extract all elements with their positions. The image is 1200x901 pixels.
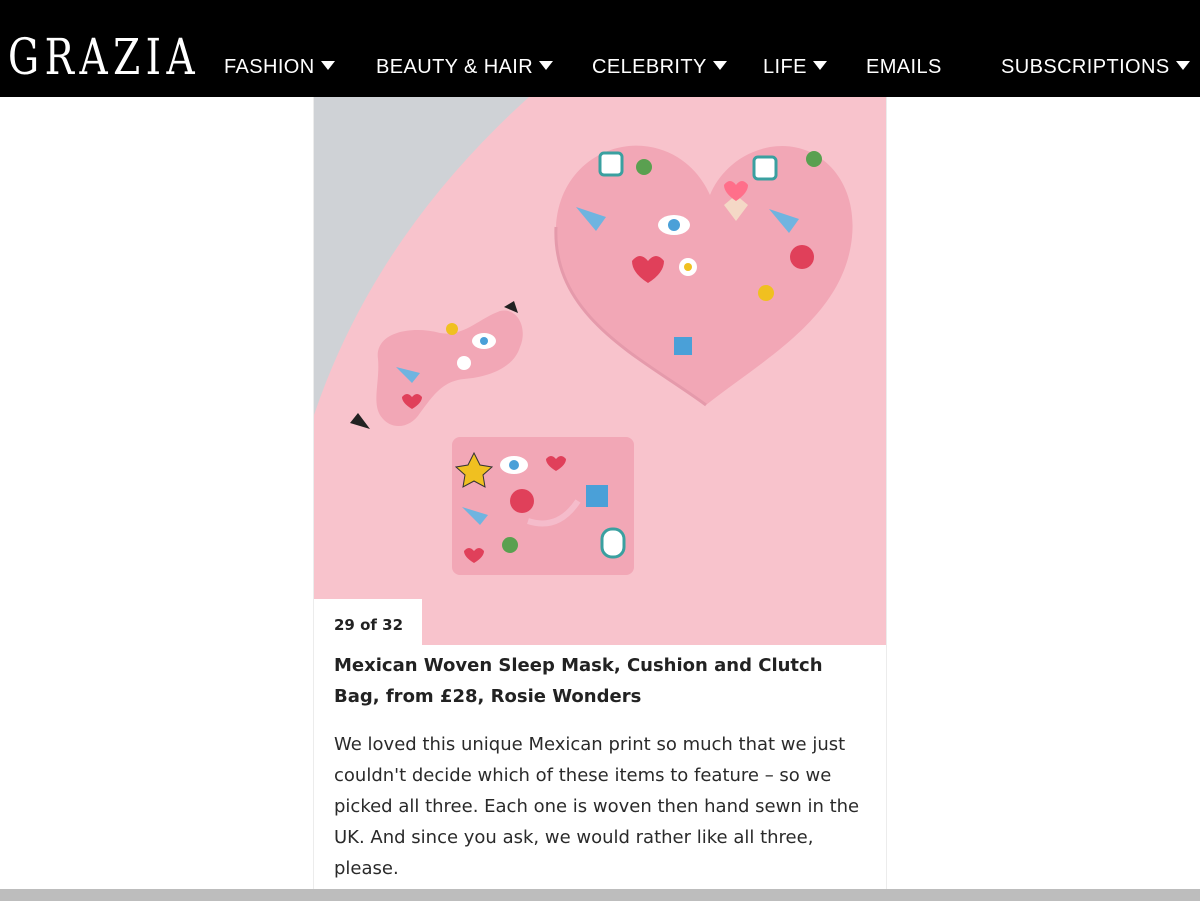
nav-emails[interactable]: EMAILS — [866, 56, 942, 78]
product-photo[interactable] — [314, 97, 886, 645]
site-logo[interactable]: GRAZIA — [8, 30, 200, 84]
nav-subscriptions-label: SUBSCRIPTIONS — [1001, 56, 1170, 78]
nav-fashion-label: FASHION — [224, 56, 315, 78]
chevron-down-icon — [320, 61, 335, 71]
nav-subscriptions[interactable]: SUBSCRIPTIONS — [1001, 56, 1190, 78]
site-header: GRAZIA FASHION BEAUTY & HAIR CELEBRITY L… — [0, 0, 1200, 97]
nav-life[interactable]: LIFE — [763, 56, 827, 78]
nav-fashion[interactable]: FASHION — [224, 56, 335, 78]
chevron-down-icon — [812, 61, 827, 71]
chevron-down-icon — [1175, 61, 1190, 71]
slide-title: Mexican Woven Sleep Mask, Cushion and Cl… — [334, 655, 823, 707]
slide-counter: 29 of 32 — [314, 599, 422, 645]
nav-beauty-hair-label: BEAUTY & HAIR — [376, 56, 534, 78]
nav-celebrity-label: CELEBRITY — [592, 56, 707, 78]
slide-description: We loved this unique Mexican print so mu… — [334, 734, 860, 879]
nav-emails-label: EMAILS — [866, 56, 942, 78]
gallery-slide: 29 of 32 Mexican Woven Sleep Mask, Cushi… — [313, 97, 887, 901]
chevron-down-icon — [712, 61, 727, 71]
nav-beauty-hair[interactable]: BEAUTY & HAIR — [376, 56, 554, 78]
nav-life-label: LIFE — [763, 56, 807, 78]
os-dock-strip — [0, 889, 1200, 901]
chevron-down-icon — [539, 61, 554, 71]
nav-celebrity[interactable]: CELEBRITY — [592, 56, 727, 78]
product-photo-illustration — [314, 97, 886, 645]
